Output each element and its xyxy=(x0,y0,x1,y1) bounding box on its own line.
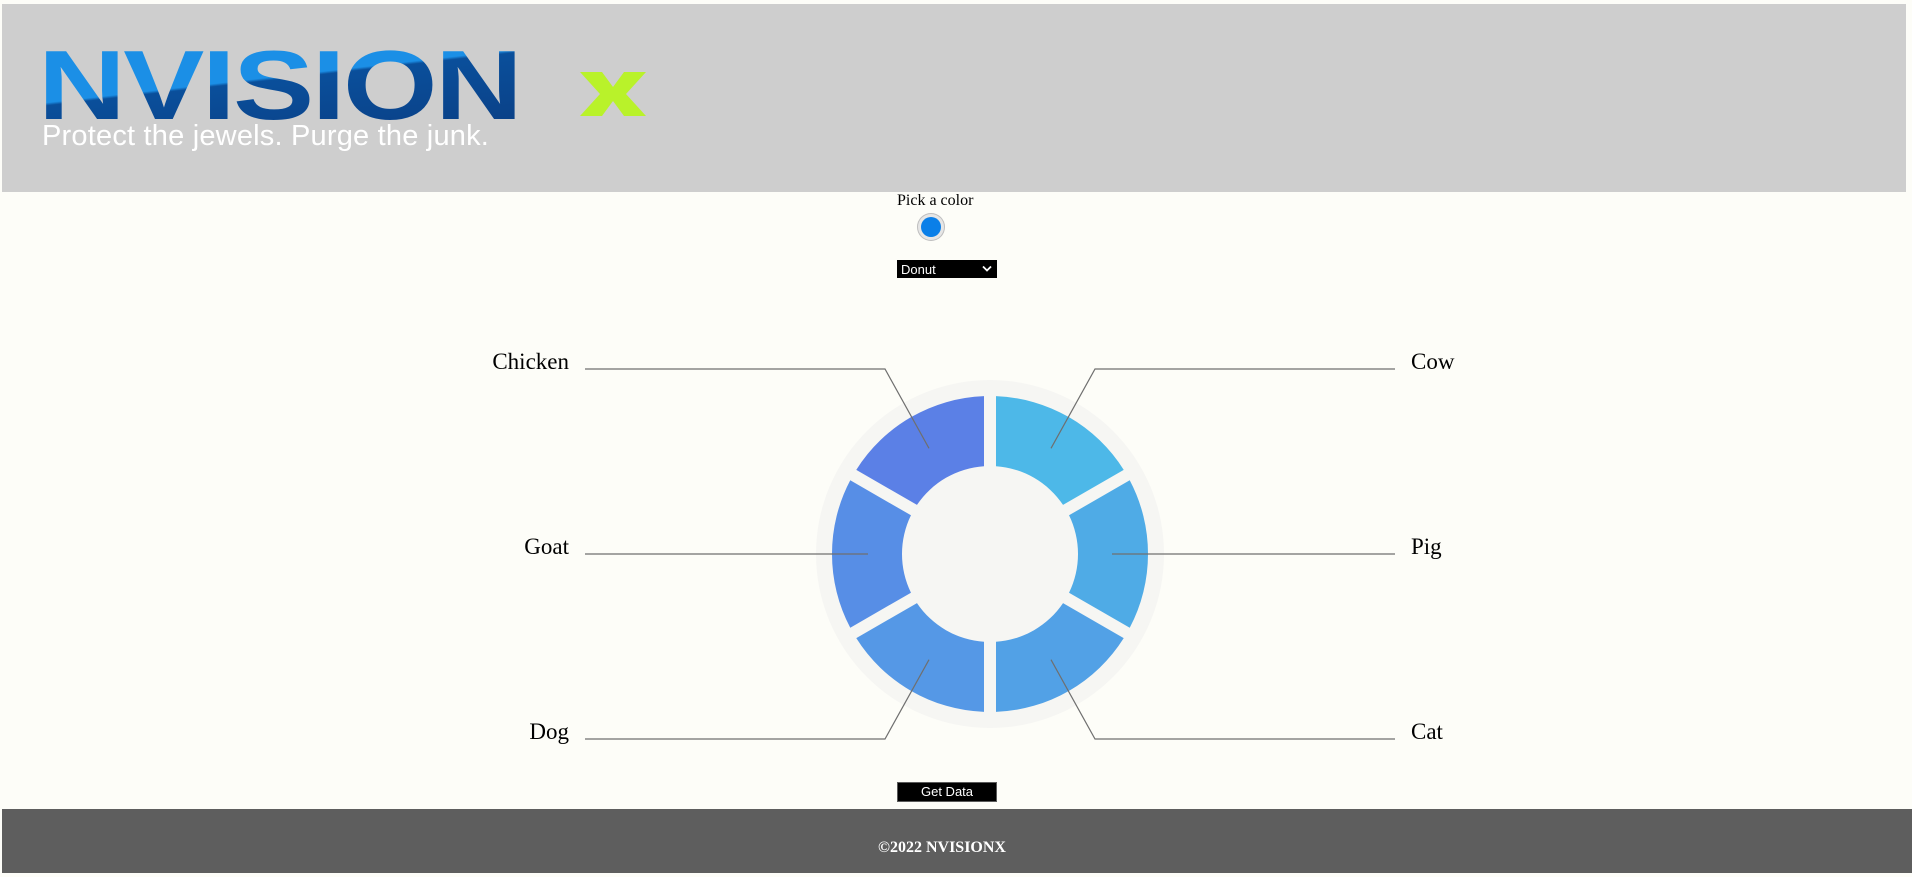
color-picker-label: Pick a color xyxy=(897,192,974,209)
logo-tagline: Protect the jewels. Purge the junk. xyxy=(42,120,490,152)
leader-lines xyxy=(585,368,1395,740)
chevron-down-icon xyxy=(982,265,992,272)
leader-line-cow xyxy=(1050,368,1395,449)
color-picker-input[interactable] xyxy=(917,213,945,241)
donut-slices xyxy=(831,396,1148,712)
slice-label-pig: Pig xyxy=(1411,534,1442,559)
slice-label-cow: Cow xyxy=(1411,349,1455,374)
page: NVISION Protect the jewels. Purge the ju… xyxy=(0,0,1912,877)
leader-line-dog xyxy=(585,659,930,740)
slice-dog[interactable] xyxy=(856,603,985,712)
get-data-button[interactable]: Get Data xyxy=(897,782,997,802)
footer-copyright: ©2022 NVISIONX xyxy=(878,839,1006,856)
slice-label-cat: Cat xyxy=(1411,719,1444,744)
logo-x-mark xyxy=(580,72,646,116)
slice-label-dog: Dog xyxy=(529,719,569,744)
color-swatch xyxy=(921,217,941,237)
slice-pig[interactable] xyxy=(1069,480,1148,628)
logo-wordmark: NVISION xyxy=(38,30,523,140)
leader-line-cat xyxy=(1050,659,1395,740)
slice-label-chicken: Chicken xyxy=(492,349,569,374)
slice-cow[interactable] xyxy=(995,396,1124,505)
leader-line-chicken xyxy=(585,368,930,449)
header-banner: NVISION Protect the jewels. Purge the ju… xyxy=(2,4,1906,192)
chart-type-select[interactable]: Donut xyxy=(897,260,997,278)
slice-goat[interactable] xyxy=(831,480,911,628)
slice-chicken[interactable] xyxy=(856,396,985,505)
slice-cat[interactable] xyxy=(995,603,1124,712)
chart-type-selected-value: Donut xyxy=(901,262,936,277)
slice-label-goat: Goat xyxy=(524,534,569,559)
